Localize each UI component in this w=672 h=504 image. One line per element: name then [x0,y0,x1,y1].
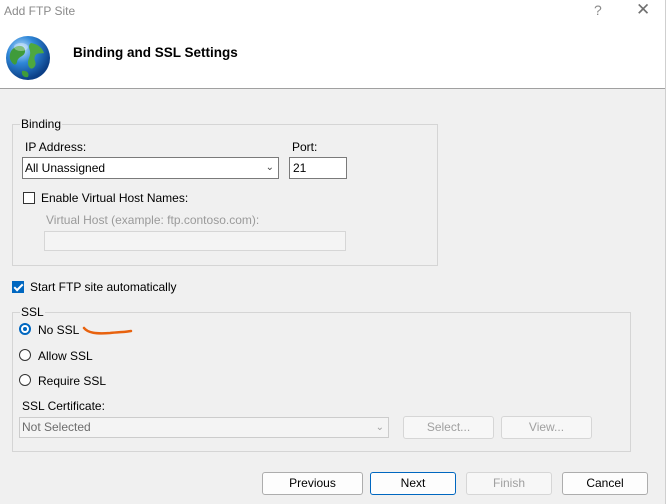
title-bar: Add FTP Site ? ✕ [0,0,672,22]
start-ftp-auto-label[interactable]: Start FTP site automatically [30,280,177,294]
port-label: Port: [292,140,318,154]
close-button[interactable]: ✕ [636,0,650,20]
page-title: Binding and SSL Settings [73,45,238,60]
no-ssl-label[interactable]: No SSL [38,323,79,337]
port-value: 21 [293,161,307,175]
ssl-certificate-dropdown[interactable]: Not Selected ⌄ [19,417,389,438]
no-ssl-radio[interactable] [19,323,31,335]
ip-address-dropdown[interactable]: All Unassigned ⌄ [22,157,279,179]
select-certificate-button[interactable]: Select... [403,416,494,439]
enable-virtual-host-label[interactable]: Enable Virtual Host Names: [41,191,188,205]
ssl-group-label: SSL [20,305,45,319]
cancel-button[interactable]: Cancel [562,472,648,495]
ssl-certificate-label: SSL Certificate: [22,399,105,413]
background-window-edge [665,0,672,504]
view-certificate-button[interactable]: View... [501,416,592,439]
globe-icon [6,36,50,80]
require-ssl-label[interactable]: Require SSL [38,374,106,388]
virtual-host-input[interactable] [44,231,346,251]
require-ssl-radio[interactable] [19,374,31,386]
chevron-down-icon: ⌄ [265,162,274,173]
start-ftp-auto-checkbox[interactable] [12,281,24,293]
allow-ssl-label[interactable]: Allow SSL [38,349,93,363]
window-title: Add FTP Site [4,4,76,18]
ip-address-value: All Unassigned [25,161,106,175]
annotation-underline [82,326,133,335]
allow-ssl-radio[interactable] [19,349,31,361]
next-button[interactable]: Next [370,472,456,495]
virtual-host-label: Virtual Host (example: ftp.contoso.com): [46,213,260,227]
port-input[interactable]: 21 [289,157,347,179]
binding-group-label: Binding [20,117,63,131]
help-button[interactable]: ? [594,2,602,18]
wizard-header: Binding and SSL Settings [0,22,665,89]
enable-virtual-host-checkbox[interactable] [23,192,35,204]
chevron-down-icon: ⌄ [375,422,384,433]
finish-button[interactable]: Finish [466,472,552,495]
previous-button[interactable]: Previous [262,472,363,495]
ssl-certificate-value: Not Selected [22,420,91,434]
ip-address-label: IP Address: [25,140,87,154]
